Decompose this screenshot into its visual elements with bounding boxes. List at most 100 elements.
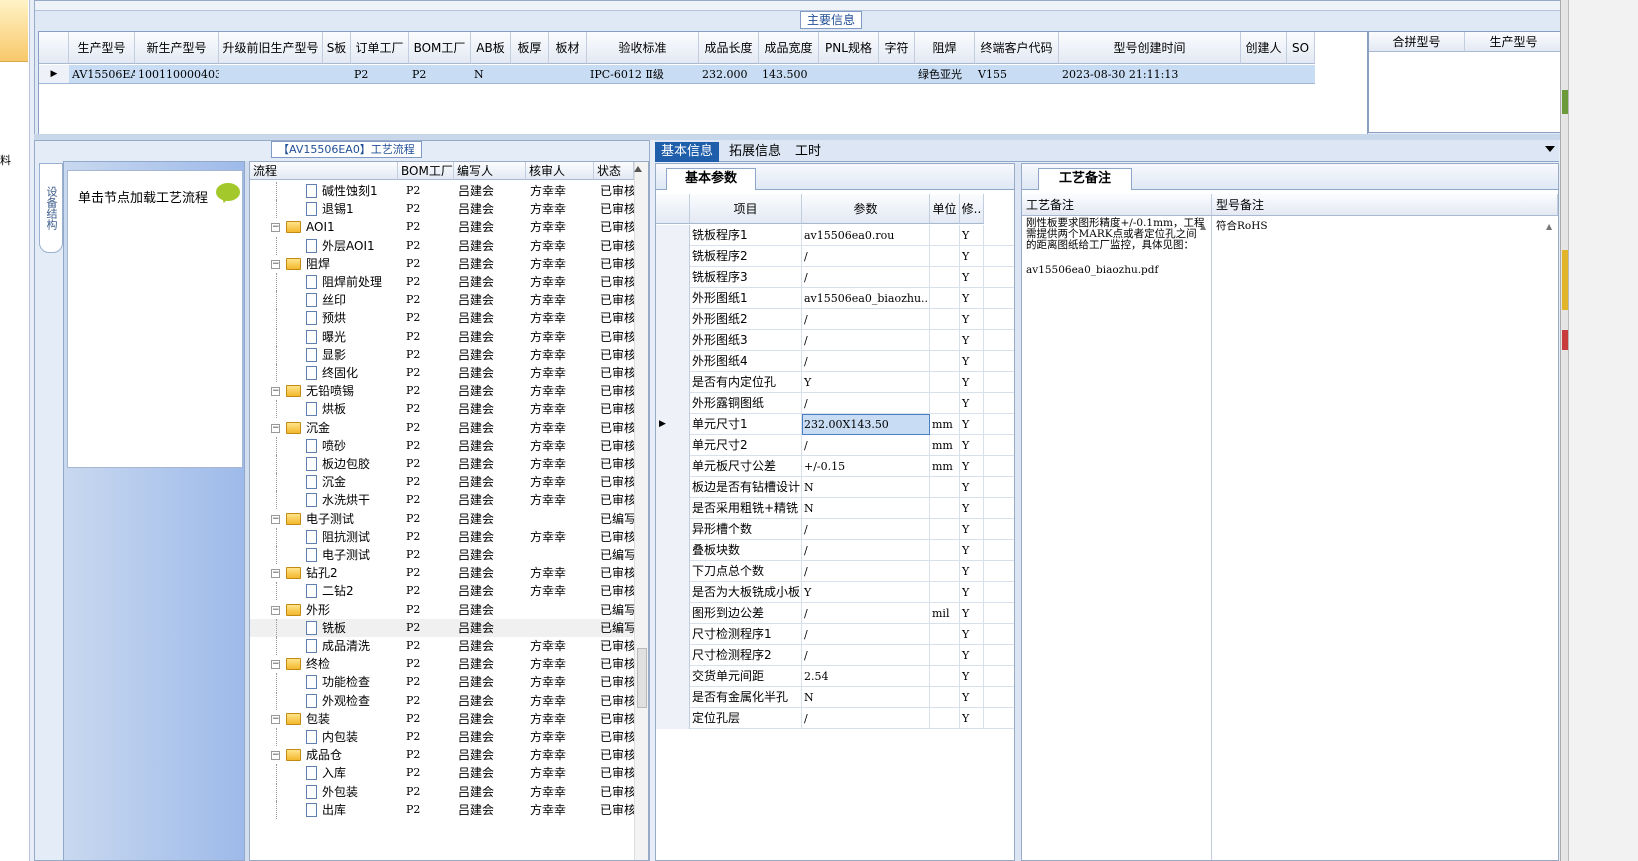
row-selector[interactable] [656, 666, 690, 687]
param-row[interactable]: 外形图纸4/ Y [656, 351, 1014, 372]
param-row[interactable]: 定位孔层 / Y [656, 708, 1014, 729]
tree-row[interactable]: 成品清洗 P2 吕建会 方幸幸 已审核 [250, 637, 634, 655]
collapse-icon[interactable]: − [271, 387, 280, 397]
main-col-header[interactable]: PNL规格 [819, 32, 879, 64]
row-selector[interactable] [656, 246, 690, 267]
basic-params-title[interactable]: 基本参数 [666, 168, 757, 190]
tree-row[interactable]: − 终检 P2 吕建会 方幸幸 已审核 [250, 655, 634, 673]
process-note-text[interactable]: 刚性板要求图形精度+/-0.1mm，工程需提供两个MARK点或者定位孔之间的距离… [1022, 216, 1212, 860]
tree-row[interactable]: 外层AOI1 P2 吕建会 方幸幸 已审核 [250, 236, 634, 255]
tree-row[interactable]: 终固化 P2 吕建会 方幸幸 已审核 [250, 364, 634, 382]
row-selector[interactable] [656, 603, 690, 624]
row-selector[interactable]: ▶ [656, 414, 690, 435]
main-col-header[interactable]: 验收标准 [587, 32, 699, 64]
row-indicator[interactable]: ▶ [39, 65, 69, 84]
param-value[interactable]: Y [802, 372, 930, 393]
param-row[interactable]: 交货单元间距 2.54 Y [656, 666, 1014, 687]
param-value[interactable]: / [802, 393, 930, 414]
row-selector[interactable] [656, 540, 690, 561]
row-selector[interactable] [656, 708, 690, 729]
tree-col-header[interactable]: 流程 [250, 162, 398, 180]
merge-col-header[interactable]: 生产型号 [1465, 32, 1563, 52]
row-selector[interactable] [656, 393, 690, 414]
row-selector[interactable] [656, 267, 690, 288]
param-row[interactable]: 板边是否有钻槽设计 N Y [656, 477, 1014, 498]
row-selector[interactable] [656, 225, 690, 246]
tree-row[interactable]: − 沉金 P2 吕建会 方幸幸 已审核 [250, 419, 634, 437]
grid-corner[interactable] [39, 32, 69, 64]
tree-row[interactable]: 退锡1 P2 吕建会 方幸幸 已审核 [250, 200, 634, 219]
row-selector[interactable] [656, 372, 690, 393]
tree-row[interactable]: 碱性蚀刻1 P2 吕建会 方幸幸 已审核 [250, 182, 634, 200]
tree-row[interactable]: 沉金 P2 吕建会 方幸幸 已审核 [250, 473, 634, 492]
param-row[interactable]: 叠板块数 / Y [656, 540, 1014, 561]
scroll-up-icon[interactable]: ▲ [1200, 222, 1206, 231]
main-cell[interactable]: IPC-6012 Ⅱ级 [587, 65, 699, 84]
tree-row[interactable]: − 成品仓 P2 吕建会 方幸幸 已审核 [250, 746, 634, 764]
tree-col-header[interactable]: 状态 [594, 162, 634, 180]
tab-basic-info[interactable]: 基本信息 [655, 142, 720, 162]
row-selector[interactable] [656, 477, 690, 498]
tree-row[interactable]: 板边包胶 P2 吕建会 方幸幸 已审核 [250, 455, 634, 473]
row-selector[interactable] [656, 561, 690, 582]
param-value[interactable]: +/-0.15 [802, 456, 930, 477]
tree-row[interactable]: 显影 P2 吕建会 方幸幸 已审核 [250, 345, 634, 364]
main-cell[interactable] [1241, 65, 1287, 84]
row-selector[interactable] [656, 351, 690, 372]
param-row[interactable]: 外形图纸3/ Y [656, 330, 1014, 351]
tree-row[interactable]: 电子测试 P2 吕建会 已编写 [250, 546, 634, 564]
main-col-header[interactable]: S板 [323, 32, 351, 64]
tree-row[interactable]: 曝光 P2 吕建会 方幸幸 已审核 [250, 327, 634, 346]
tree-row[interactable]: 铣板 P2 吕建会 已编写 [250, 618, 634, 637]
main-cell[interactable]: P2 [409, 65, 471, 84]
tree-row[interactable]: 外观检查 P2 吕建会 方幸幸 已审核 [250, 691, 634, 710]
tree-row[interactable]: 入库 P2 吕建会 方幸幸 已审核 [250, 764, 634, 783]
param-value[interactable]: / [802, 603, 930, 624]
collapse-icon[interactable]: − [271, 751, 280, 761]
tree-row[interactable]: 丝印 P2 吕建会 方幸幸 已审核 [250, 291, 634, 310]
param-row[interactable]: 尺寸检测程序1/ Y [656, 624, 1014, 645]
main-cell[interactable] [323, 65, 351, 84]
equipment-structure-tab[interactable]: 设备结构 [39, 163, 63, 253]
collapse-icon[interactable]: − [271, 259, 280, 269]
main-cell[interactable]: 10011000040330 [135, 65, 219, 84]
collapse-icon[interactable]: − [271, 605, 280, 615]
param-value[interactable]: / [802, 519, 930, 540]
left-strip-highlight[interactable] [0, 0, 28, 62]
tree-row[interactable]: 阻焊前处理 P2 吕建会 方幸幸 已审核 [250, 273, 634, 291]
tree-scrollbar[interactable] [634, 162, 648, 860]
param-value[interactable]: / [802, 330, 930, 351]
param-col-header[interactable]: 修.. [960, 194, 984, 224]
param-value[interactable]: Y [802, 582, 930, 603]
row-selector[interactable] [656, 456, 690, 477]
tree-row[interactable]: 内包装 P2 吕建会 方幸幸 已审核 [250, 728, 634, 746]
row-selector[interactable] [656, 645, 690, 666]
collapse-icon[interactable]: − [271, 514, 280, 524]
scroll-up-icon-2[interactable]: ▲ [1546, 222, 1552, 231]
tree-row[interactable]: 喷砂 P2 吕建会 方幸幸 已审核 [250, 436, 634, 455]
param-value[interactable]: / [802, 351, 930, 372]
param-value[interactable]: N [802, 687, 930, 708]
param-value[interactable]: 2.54 [802, 666, 930, 687]
tree-row[interactable]: 烘板 P2 吕建会 方幸幸 已审核 [250, 400, 634, 419]
tree-row[interactable]: − AOI1 P2 吕建会 方幸幸 已审核 [250, 218, 634, 236]
param-value[interactable]: / [802, 540, 930, 561]
param-row[interactable]: 外形图纸2/ Y [656, 309, 1014, 330]
param-value[interactable]: / [802, 309, 930, 330]
main-cell[interactable]: AV15506EA0 [69, 65, 135, 84]
param-value[interactable]: 232.00X143.50 [802, 414, 930, 435]
main-col-header[interactable]: BOM工厂 [409, 32, 471, 64]
main-cell[interactable]: 143.500 [759, 65, 819, 84]
row-selector[interactable] [656, 687, 690, 708]
collapse-icon[interactable]: − [271, 660, 280, 670]
param-value[interactable]: / [802, 561, 930, 582]
main-col-header[interactable]: 字符 [879, 32, 915, 64]
main-cell[interactable] [1287, 65, 1315, 84]
param-row[interactable]: 铣板程序3/ Y [656, 267, 1014, 288]
row-selector[interactable] [656, 519, 690, 540]
param-value[interactable]: / [802, 708, 930, 729]
param-value[interactable]: av15506ea0_biaozhu... [802, 288, 930, 309]
tree-row[interactable]: 预烘 P2 吕建会 方幸幸 已审核 [250, 309, 634, 328]
main-col-header[interactable]: 新生产型号 [135, 32, 219, 64]
process-notes-title[interactable]: 工艺备注 [1038, 168, 1133, 190]
